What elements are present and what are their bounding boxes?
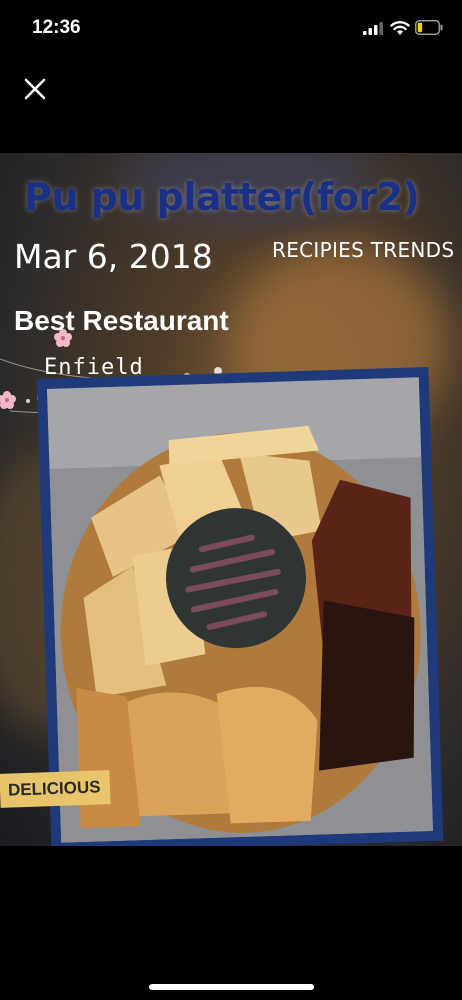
battery-icon <box>415 20 443 35</box>
wifi-icon <box>390 21 410 35</box>
status-bar: 12:36 <box>0 0 462 56</box>
close-icon <box>24 78 46 100</box>
signal-icon <box>363 22 383 35</box>
date: Mar 6, 2018 <box>14 237 213 276</box>
tag-label: RECIPIES TRENDS <box>272 238 455 262</box>
delicious-badge: DELICIOUS <box>0 770 111 808</box>
headline: Best Restaurant <box>14 305 229 336</box>
home-indicator[interactable] <box>149 984 314 990</box>
flower-decoration <box>54 329 72 347</box>
status-time: 12:36 <box>32 17 81 38</box>
title: Pu pu platter(for2) <box>24 175 420 219</box>
close-button[interactable] <box>18 72 52 106</box>
photo: Pu pu platter(for2) Mar 6, 2018 RECIPIES… <box>0 153 462 846</box>
